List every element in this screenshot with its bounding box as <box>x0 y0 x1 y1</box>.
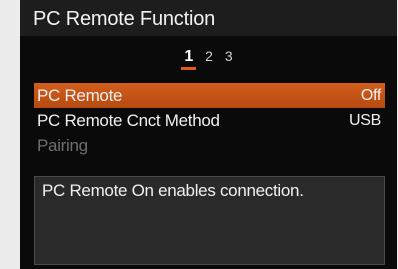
help-text-box: PC Remote On enables connection. <box>34 176 385 265</box>
menu-item-pc-remote[interactable]: PC Remote Off <box>34 83 385 108</box>
menu-item-value: USB <box>349 111 381 129</box>
menu-item-label: PC Remote <box>37 85 123 105</box>
page-tab-1[interactable]: 1 <box>181 48 197 70</box>
menu-item-pairing: Pairing <box>34 133 385 158</box>
page-title: PC Remote Function <box>20 0 397 36</box>
camera-menu-screen: PC Remote Function 1 2 3 PC Remote Off P… <box>20 0 397 269</box>
menu-item-value: Off <box>360 86 381 104</box>
page-tab-3[interactable]: 3 <box>225 48 233 67</box>
menu-item-pc-remote-cnct-method[interactable]: PC Remote Cnct Method USB <box>34 108 385 133</box>
settings-menu: PC Remote Off PC Remote Cnct Method USB … <box>34 83 385 158</box>
page-tab-2[interactable]: 2 <box>205 48 213 67</box>
menu-item-label: PC Remote Cnct Method <box>37 110 220 130</box>
menu-item-label: Pairing <box>37 135 88 155</box>
page-indicator: 1 2 3 <box>20 48 397 72</box>
